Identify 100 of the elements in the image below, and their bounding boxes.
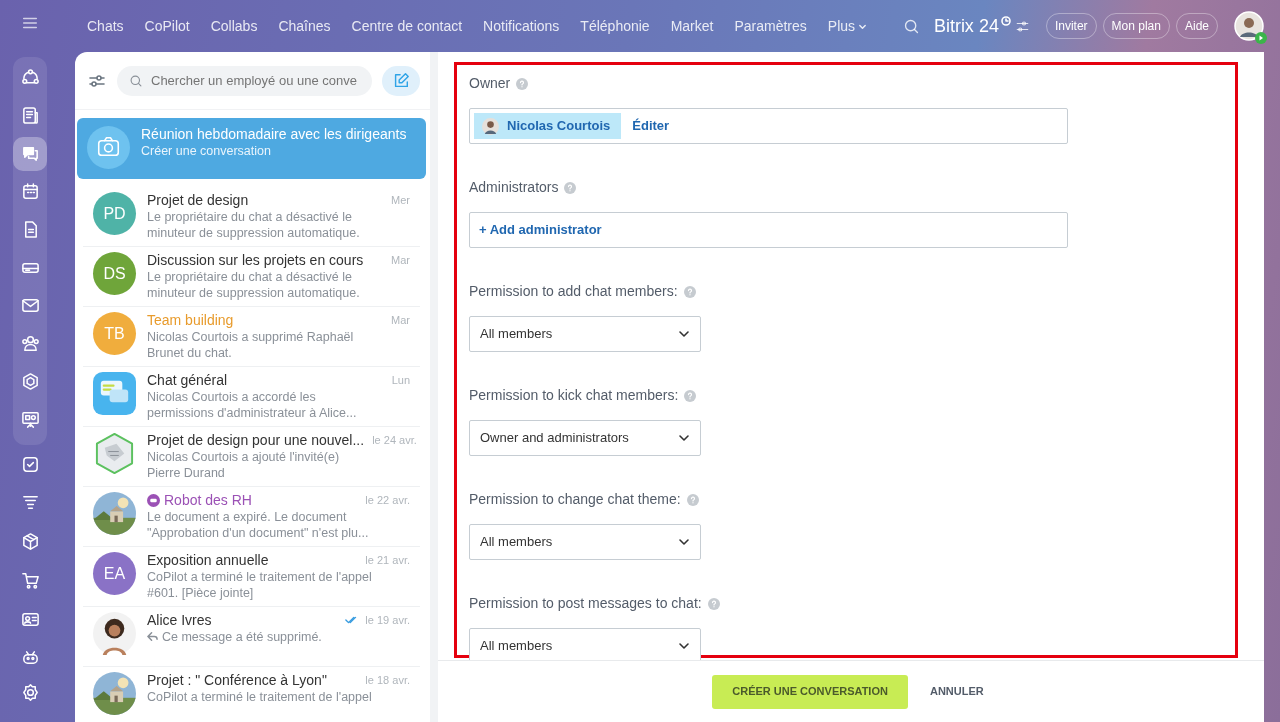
cancel-button[interactable]: ANNULER [923, 682, 990, 701]
play-badge-icon [1255, 32, 1267, 44]
chat-time: Mar [391, 253, 410, 269]
chat-time: le 18 avr. [365, 673, 410, 689]
owner-field[interactable]: Nicolas Courtois Éditer [469, 108, 1068, 144]
chat-item[interactable]: Robot des RH le 22 avr. Le document a expiré. Le document "Approbation d'un document" n'est plu... [83, 487, 420, 547]
help-icon [686, 493, 699, 506]
nav-link[interactable]: Centre de contact [351, 15, 463, 37]
create-button[interactable]: CRÉER UNE CONVERSATION [712, 674, 908, 709]
nav-link[interactable]: Notifications [483, 15, 560, 37]
chat-title: Chat général [147, 372, 228, 389]
chat-time: le 22 avr. [365, 493, 410, 509]
chat-item[interactable]: Chat général Lun Nicolas Courtois a accordé les permissions d'administrateur à Alice... [83, 367, 420, 427]
select-field[interactable]: All members [469, 316, 701, 352]
chat-item[interactable]: DS Discussion sur les projets en cours Mar Le propriétaire du chat a désactivé le minuteur de suppression automatique. [83, 247, 420, 307]
chat-item[interactable]: TB Team building Mar Nicolas Courtois a supprimé Raphaël Brunet du chat. [83, 307, 420, 367]
chat-time: Mer [391, 193, 410, 209]
chat-title: Projet de design [147, 192, 249, 209]
document-icon [20, 106, 40, 126]
hexagon-icon [20, 372, 40, 392]
help-icon [564, 181, 577, 194]
edit-link[interactable]: Éditer [632, 116, 670, 136]
chat-preview: Nicolas Courtois a supprimé Raphaël Brunet du chat. [147, 328, 355, 361]
field-label: Owner [469, 74, 511, 93]
logo: Bitrix 24 [933, 14, 999, 38]
board-icon [20, 410, 40, 430]
sliders-icon[interactable] [1014, 18, 1030, 34]
chevron-icon [678, 432, 690, 444]
chat-preview: Le document a expiré. Le document "Approbation d'un document" n'est plu... [147, 508, 370, 541]
chat-time: le 21 avr. [365, 553, 410, 569]
chat-title: Projet : " Conférence à Lyon" [147, 672, 327, 689]
compose-button[interactable] [382, 65, 420, 96]
chat-title: Discussion sur les projets en cours [147, 252, 364, 269]
chat-item[interactable]: Projet : " Conférence à Lyon" le 18 avr. CoPilot a terminé le traitement de l'appel [83, 667, 420, 722]
nav-link[interactable]: Collabs [210, 15, 258, 37]
chat-preview: Le propriétaire du chat a désactivé le minuteur de suppression automatique. [147, 268, 361, 301]
edit-icon [392, 71, 410, 90]
chat-icon [20, 144, 40, 164]
chat-title: Alice Ivres [147, 612, 212, 629]
chat-title: Réunion hebdomadaire avec les dirigeants [141, 126, 407, 143]
chat-title: Projet de design pour une nouvel... [147, 432, 365, 449]
select-field[interactable]: Owner and administrators [469, 420, 701, 456]
add-administrator-field[interactable]: + Add administrator [469, 212, 1068, 248]
nav-link[interactable]: Paramètres [734, 15, 807, 37]
search-icon[interactable] [902, 17, 920, 35]
calendar-icon [20, 182, 40, 202]
avatar: PD [93, 192, 136, 235]
avatar: EA [93, 552, 136, 595]
chat-title: Robot des RH [164, 492, 252, 509]
chat-item[interactable]: Alice Ivres le 19 avr. Ce message a été supprimé. [83, 607, 420, 667]
chevron-icon [678, 640, 690, 652]
chat-preview: CoPilot a terminé le traitement de l'appel [147, 688, 373, 705]
owner-chip[interactable]: Nicolas Courtois [474, 113, 622, 139]
chat-time: Lun [391, 373, 410, 389]
chat-item[interactable]: Projet de design pour une nouvel... le 24 avr. Nicolas Courtois a ajouté l'invité(e) Pierre Durand [83, 427, 420, 487]
help-icon [684, 389, 697, 402]
chat-item[interactable]: PD Projet de design Mer Le propriétaire du chat a désactivé le minuteur de suppression automatique. [83, 187, 420, 247]
help-icon [707, 597, 720, 610]
avatar: TB [93, 312, 136, 355]
add-administrator-link[interactable]: + Add administrator [479, 220, 602, 240]
chat-preview: Ce message a été supprimé. [162, 628, 322, 645]
field-label: Permission to kick chat members: [469, 386, 679, 405]
chat-preview: Le propriétaire du chat a désactivé le minuteur de suppression automatique. [147, 208, 361, 241]
nav-link[interactable]: CoPilot [144, 15, 190, 37]
person-avatar [482, 117, 499, 135]
nav-link[interactable]: Téléphonie [580, 15, 650, 37]
chat-time: le 24 avr. [372, 433, 417, 449]
chat-title: Team building [147, 312, 234, 329]
chat-time: Mar [391, 313, 410, 329]
nav-link[interactable]: Chats [87, 15, 124, 37]
chat-title: Exposition annuelle [147, 552, 269, 569]
people-icon [20, 334, 40, 354]
field-label: Permission to change chat theme: [469, 490, 681, 509]
search-icon [129, 73, 143, 88]
avatar: DS [93, 252, 136, 295]
select-field[interactable]: All members [469, 524, 701, 560]
camera-icon [87, 126, 130, 169]
nav-link[interactable]: Chaînes [278, 15, 331, 37]
avatar[interactable] [1234, 11, 1264, 41]
nav-link[interactable]: Plus [827, 15, 868, 37]
task-icon [20, 454, 40, 474]
chat-button[interactable] [13, 136, 47, 171]
nav-link[interactable]: Market [670, 15, 714, 37]
chevron-icon [678, 328, 690, 340]
help-icon [516, 77, 529, 90]
settings-icon [20, 683, 40, 703]
field-label: Permission to post messages to chat: [469, 594, 702, 613]
chat-preview: Nicolas Courtois a ajouté l'invité(e) Pierre Durand [147, 448, 341, 481]
field-label: Permission to add chat members: [469, 282, 678, 301]
chat-preview: CoPilot a terminé le traitement de l'appel #601. [Pièce jointe] [147, 568, 373, 601]
chevron-icon [678, 536, 690, 548]
chat-item[interactable]: EA Exposition annuelle le 21 avr. CoPilot a terminé le traitement de l'appel #601. [Pièce jointe] [83, 547, 420, 607]
chat-bubbles-icon [93, 372, 136, 415]
box-icon [20, 532, 40, 552]
chat-time: le 19 avr. [365, 613, 410, 629]
chat-preview: Créer une conversation [141, 142, 272, 159]
clock-icon [1000, 16, 1011, 26]
hexagon-avatar [93, 432, 136, 475]
search-field[interactable]: Chercher un employé ou une conve [117, 65, 372, 96]
chat-preview: Nicolas Courtois a accordé les permissions d'administrateur à Alice... [147, 388, 358, 421]
